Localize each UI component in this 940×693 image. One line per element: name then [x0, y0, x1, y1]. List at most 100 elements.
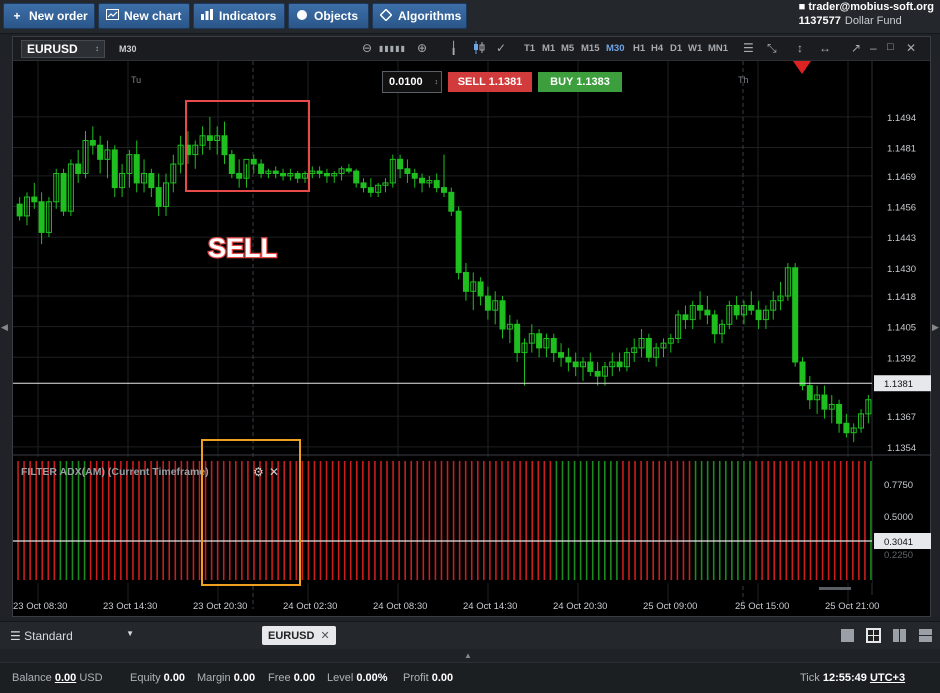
candle-body — [616, 361, 623, 368]
equity-value: 0.00 — [163, 672, 186, 684]
symbol-select[interactable]: EURUSD ↕ — [21, 39, 105, 58]
candle — [660, 338, 667, 358]
candle-body — [221, 135, 228, 156]
detach-icon[interactable]: ↗ — [851, 41, 861, 55]
objects-button[interactable]: Objects — [288, 3, 369, 29]
balance-value[interactable]: 0.00 — [55, 672, 76, 684]
right-collapse-icon[interactable]: ▶ — [932, 322, 939, 333]
layout-rows-icon[interactable] — [918, 628, 933, 643]
candle-body — [455, 210, 462, 273]
candle — [199, 126, 206, 155]
algorithms-button[interactable]: Algorithms — [372, 3, 467, 29]
candle-body — [236, 172, 243, 179]
gear-icon[interactable]: ⚙ — [253, 465, 264, 479]
line-chart-type-icon[interactable]: ✓ — [496, 41, 506, 55]
panel-splitter-icon[interactable]: ▲ — [464, 651, 472, 660]
workspace-tabs-bar: ☰ Standard ▼ EURUSD ✕ — [0, 621, 940, 649]
candle-body — [792, 267, 799, 363]
new-order-label: New order — [29, 9, 88, 23]
candle — [272, 166, 279, 179]
candle — [155, 173, 162, 216]
price-tick-label: 1.1456 — [887, 202, 916, 213]
zoom-in-icon[interactable]: ⊕ — [417, 41, 427, 55]
chart-tab-eurusd[interactable]: EURUSD ✕ — [262, 626, 336, 645]
indicators-icon — [200, 9, 214, 23]
close-indicator-icon[interactable]: ✕ — [269, 465, 279, 479]
price-tick-label: 1.1430 — [887, 264, 916, 275]
zoom-out-icon[interactable]: ⊖ — [362, 41, 372, 55]
candle — [214, 126, 221, 155]
horizontal-arrows-icon[interactable]: ↔ — [819, 41, 831, 55]
candle — [316, 166, 323, 179]
candle — [382, 178, 389, 193]
candle — [477, 277, 484, 306]
tf-t1[interactable]: T1 — [524, 43, 535, 54]
menu-icon: ☰ — [10, 629, 21, 643]
candle — [850, 423, 857, 443]
zoom-slider-icon[interactable]: ▮▮▮▮▮ — [379, 44, 406, 53]
timezone-select[interactable]: UTC+3 — [870, 672, 905, 684]
buy-button[interactable]: BUY 1.1383 — [538, 72, 622, 92]
price-tick-label: 1.1418 — [887, 292, 916, 303]
maximize-icon[interactable]: □ — [887, 41, 894, 53]
candle — [587, 352, 594, 377]
lot-size-input[interactable]: 0.0100 ↕ — [382, 71, 442, 93]
account-info[interactable]: ■ trader@mobius-soft.org 1137577 Dollar F… — [799, 1, 934, 27]
candle — [16, 197, 23, 221]
candle — [470, 272, 477, 311]
indicators-button[interactable]: Indicators — [193, 3, 285, 29]
candle — [133, 140, 140, 193]
candle — [623, 347, 630, 372]
tf-d1[interactable]: D1 — [670, 43, 682, 54]
layout-columns-icon[interactable] — [892, 628, 907, 643]
time-label: 24 Oct 20:30 — [553, 601, 607, 612]
expand-diagonal-icon[interactable]: ⤡ — [767, 41, 777, 56]
workspace-select[interactable]: ☰ Standard ▼ — [10, 629, 134, 643]
candle — [653, 343, 660, 367]
lot-value: 0.0100 — [389, 76, 423, 88]
tf-m1[interactable]: M1 — [542, 43, 555, 54]
tf-h4[interactable]: H4 — [651, 43, 663, 54]
price-chart[interactable]: 0.3041 0.2250 0.7750 0.5000 FILTER ADX(AM) (… — [13, 61, 932, 617]
candle — [733, 296, 740, 320]
new-order-button[interactable]: + New order — [3, 3, 95, 29]
candle — [740, 300, 747, 325]
candlestick-type-icon[interactable] — [473, 41, 485, 57]
tf-m15[interactable]: M15 — [581, 43, 599, 54]
layout-grid-icon[interactable] — [866, 628, 881, 643]
vertical-arrows-icon[interactable]: ↕ — [797, 41, 803, 55]
candle — [806, 376, 813, 410]
close-icon[interactable]: ✕ — [906, 41, 916, 55]
close-tab-icon[interactable]: ✕ — [320, 629, 329, 642]
candle-body — [272, 170, 279, 174]
candle-body — [441, 187, 447, 193]
candle-body — [148, 172, 155, 189]
sell-button[interactable]: SELL 1.1381 — [448, 72, 532, 92]
price-tick-label: 1.1443 — [887, 233, 916, 244]
profit-value: 0.00 — [431, 672, 454, 684]
candle-body — [704, 309, 711, 316]
tf-m5[interactable]: M5 — [561, 43, 574, 54]
tick-label: Tick — [800, 672, 820, 684]
candle — [206, 116, 213, 150]
candle — [858, 409, 865, 433]
tf-w1[interactable]: W1 — [688, 43, 702, 54]
minimize-icon[interactable]: – — [870, 41, 877, 55]
candle — [162, 173, 169, 216]
candle — [104, 140, 111, 179]
list-icon[interactable]: ☰ — [743, 41, 754, 55]
main-toolbar: + New order New chart Indicators Objects — [0, 0, 940, 34]
candle — [301, 171, 308, 183]
chart-window[interactable]: EURUSD ↕ M30 ⊖ ▮▮▮▮▮ ⊕ ╽ ✓ T1 M1 M5 M15 … — [12, 36, 932, 617]
tf-mn1[interactable]: MN1 — [708, 43, 728, 54]
price-tick-label: 1.1405 — [887, 323, 916, 334]
layout-single-icon[interactable] — [840, 628, 855, 643]
left-collapse-icon[interactable]: ◀ — [1, 322, 8, 333]
candle — [784, 263, 791, 301]
bar-chart-type-icon[interactable]: ╽ — [450, 41, 457, 55]
current-price-value: 1.1381 — [884, 379, 913, 390]
new-chart-button[interactable]: New chart — [98, 3, 190, 29]
objects-label: Objects — [314, 9, 359, 23]
tf-m30[interactable]: M30 — [606, 43, 624, 54]
tf-h1[interactable]: H1 — [633, 43, 645, 54]
